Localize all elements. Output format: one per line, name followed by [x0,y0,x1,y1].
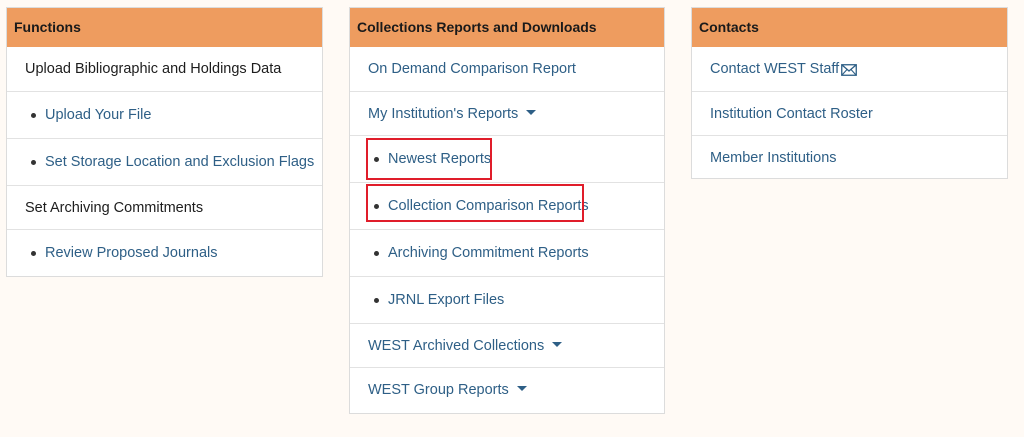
functions-panel: Functions Upload Bibliographic and Holdi… [6,7,323,277]
functions-header: Functions [7,8,322,47]
on-demand-report-label: On Demand Comparison Report [368,61,576,77]
upload-data-heading: Upload Bibliographic and Holdings Data [7,47,322,91]
caret-down-icon [516,386,527,391]
upload-your-file-link[interactable]: Upload Your File [7,91,322,138]
west-archived-label: WEST Archived Collections [368,337,545,354]
jrnl-export-label: JRNL Export Files [388,292,505,308]
caret-down-icon [552,342,563,347]
institution-contact-roster-label: Institution Contact Roster [710,105,873,122]
jrnl-export-link[interactable]: JRNL Export Files [350,276,664,323]
caret-down-icon [526,110,537,115]
upload-your-file-label: Upload Your File [45,107,152,123]
newest-reports-link[interactable]: Newest Reports [350,135,664,182]
storage-flags-link[interactable]: Set Storage Location and Exclusion Flags [7,138,322,185]
archiving-commitment-reports-label: Archiving Commitment Reports [388,245,589,261]
bullet-icon [374,250,379,256]
envelope-icon [841,64,858,76]
collection-comparison-link[interactable]: Collection Comparison Reports [350,182,664,229]
storage-flags-label: Set Storage Location and Exclusion Flags [45,154,315,170]
review-journals-link[interactable]: Review Proposed Journals [7,229,322,276]
collection-comparison-label: Collection Comparison Reports [388,198,589,214]
collections-header: Collections Reports and Downloads [350,8,664,47]
on-demand-report-link[interactable]: On Demand Comparison Report [350,47,664,91]
contact-west-staff-label: Contact WEST Staff [710,61,840,77]
archiving-commitments-heading: Set Archiving Commitments [7,185,322,229]
member-institutions-label: Member Institutions [710,149,837,166]
west-group-label: WEST Group Reports [368,381,509,398]
collections-panel: Collections Reports and Downloads On Dem… [349,7,665,414]
archiving-commitment-reports-link[interactable]: Archiving Commitment Reports [350,229,664,276]
upload-data-heading-text: Upload Bibliographic and Holdings Data [25,61,282,77]
review-journals-label: Review Proposed Journals [45,245,218,261]
contacts-panel: Contacts Contact WEST Staff Institution … [691,7,1008,179]
contacts-header: Contacts [692,8,1007,47]
contact-west-staff-link[interactable]: Contact WEST Staff [692,47,1007,91]
west-archived-dropdown[interactable]: WEST Archived Collections [350,323,664,367]
archiving-commitments-heading-text: Set Archiving Commitments [25,199,204,216]
bullet-icon [31,112,36,118]
institution-contact-roster-link[interactable]: Institution Contact Roster [692,91,1007,135]
my-institution-reports-dropdown[interactable]: My Institution's Reports [350,91,664,135]
my-institution-reports-label: My Institution's Reports [368,105,519,122]
west-group-dropdown[interactable]: WEST Group Reports [350,367,664,411]
bullet-icon [374,156,379,162]
newest-reports-label: Newest Reports [388,151,492,167]
bullet-icon [374,297,379,303]
bullet-icon [31,159,36,165]
bullet-icon [374,203,379,209]
member-institutions-link[interactable]: Member Institutions [692,135,1007,179]
bullet-icon [31,250,36,256]
